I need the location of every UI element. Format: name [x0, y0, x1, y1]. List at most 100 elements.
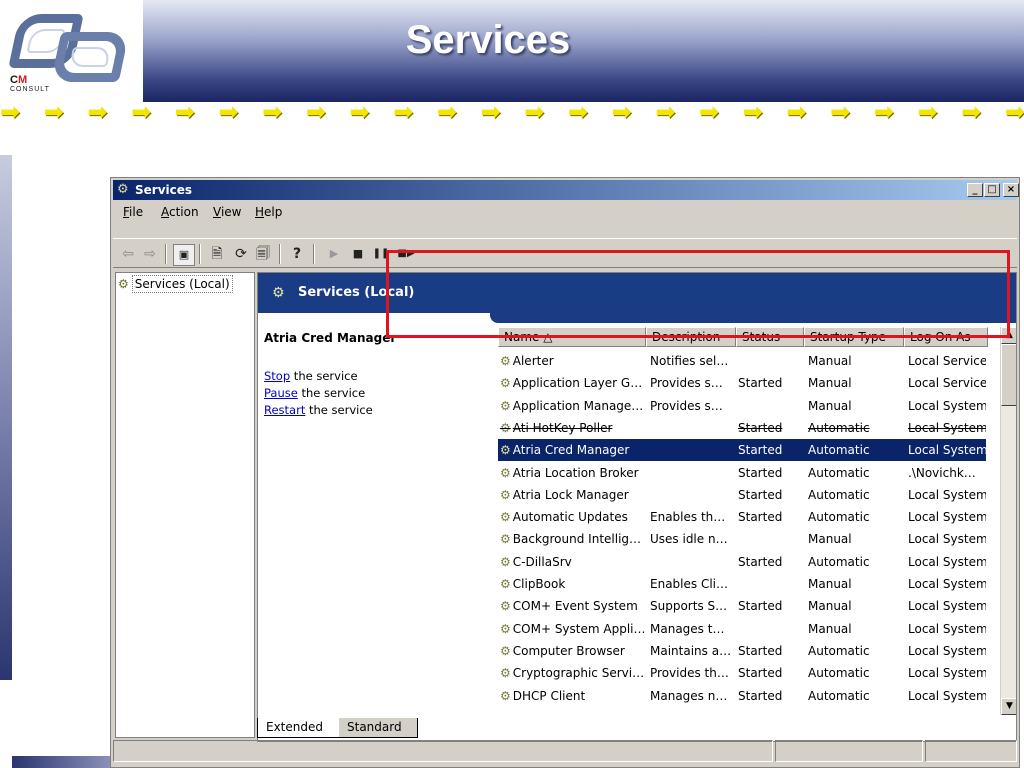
service-row[interactable]: ⚙ COM+ Event System Supports S… Started Manu… — [498, 595, 986, 617]
services-gear-icon: ⚙ — [118, 277, 129, 291]
service-row[interactable]: ⚙ Atria Lock Manager Started Automatic Local… — [498, 484, 986, 506]
bottom-decoration-strip — [12, 756, 110, 768]
back-arrow-icon[interactable]: ⇦ — [119, 244, 137, 264]
column-header-startup-type[interactable]: Startup Type — [804, 327, 904, 347]
service-log-on-as-cell: Local System — [908, 577, 986, 591]
service-status-cell: Started — [738, 420, 783, 435]
service-row[interactable]: ⚙ Atria Cred Manager Started Automatic Local… — [498, 439, 986, 462]
arrow-icon: ➡ — [174, 102, 195, 122]
service-description-cell: Notifies sel… — [650, 354, 729, 368]
properties-icon[interactable]: 🗎 — [207, 244, 227, 264]
arrow-icon: ➡ — [436, 102, 457, 122]
arrow-icon: ➡ — [43, 102, 64, 122]
forward-arrow-icon[interactable]: ⇨ — [141, 244, 159, 264]
service-row[interactable]: ⚙ Ati HotKey Poller Started Automatic Local … — [498, 417, 986, 439]
start-service-icon[interactable]: ▶ — [325, 244, 343, 264]
maximize-button[interactable]: □ — [984, 183, 1000, 197]
pane-banner: ⚙ Services (Local) — [258, 273, 1016, 313]
show-hide-tree-icon[interactable]: ▣ — [173, 244, 195, 266]
service-name-cell: ⚙ Computer Browser — [500, 643, 625, 658]
close-button[interactable]: × — [1003, 183, 1019, 197]
export-list-icon[interactable]: 🗐 — [253, 244, 273, 264]
tab-extended[interactable]: Extended — [257, 718, 347, 738]
arrow-icon: ➡ — [218, 102, 239, 122]
arrow-icon: ➡ — [131, 102, 152, 122]
service-log-on-as-cell: Local System — [908, 420, 986, 435]
service-gear-icon: ⚙ — [500, 354, 511, 368]
arrow-icon: ➡ — [917, 102, 938, 122]
service-description-cell: Manages n… — [650, 688, 728, 703]
service-name-cell: ⚙ C-DillaSrv — [500, 554, 572, 569]
tab-standard[interactable]: Standard — [339, 718, 418, 738]
service-log-on-as-cell: Local System — [908, 599, 986, 614]
service-name-cell: ⚙ Atria Cred Manager — [500, 443, 630, 458]
restart-link[interactable]: Restart — [264, 403, 305, 417]
service-row[interactable]: ⚙ Application Manage… Provides s… Manual Loc… — [498, 395, 986, 417]
service-row[interactable]: ⚙ Alerter Notifies sel… Manual Local Service — [498, 350, 986, 372]
column-header-name[interactable]: Name △ — [498, 327, 646, 347]
stop-link[interactable]: Stop — [264, 369, 290, 383]
arrow-icon: ➡ — [349, 102, 370, 122]
service-status-cell: Started — [738, 666, 783, 681]
service-row[interactable]: ⚙ Background Intellig… Uses idle n… Manual L… — [498, 528, 986, 550]
service-startup-type-cell: Automatic — [808, 688, 870, 703]
service-status-cell: Started — [738, 465, 783, 480]
pause-service-icon[interactable]: ❚❚ — [371, 244, 391, 264]
status-bar-main — [113, 740, 773, 762]
service-gear-icon: ⚙ — [500, 643, 511, 658]
tree-item-services-local[interactable]: ⚙ Services (Local) — [118, 275, 233, 293]
service-name-cell: ⚙ ClipBook — [500, 577, 566, 591]
column-header-status[interactable]: Status — [736, 327, 804, 347]
service-row[interactable]: ⚙ Cryptographic Servi… Provides th… Started… — [498, 662, 986, 684]
stop-service-icon[interactable]: ■ — [349, 244, 367, 264]
service-name-cell: ⚙ DHCP Client — [500, 688, 586, 703]
toolbar-divider — [199, 244, 201, 264]
status-bar-panel — [775, 740, 923, 762]
arrow-icon: ➡ — [830, 102, 851, 122]
service-name-cell: ⚙ Background Intellig… — [500, 532, 642, 547]
service-row[interactable]: ⚙ Application Layer G… Provides s… Started M… — [498, 372, 986, 394]
minimize-button[interactable]: _ — [967, 183, 983, 197]
service-log-on-as-cell: Local System — [908, 398, 986, 413]
service-row[interactable]: ⚙ COM+ System Appli… Manages t… Manual Local… — [498, 618, 986, 640]
service-row[interactable]: ⚙ Automatic Updates Enables th… Started Auto… — [498, 506, 986, 528]
logo-c-shape-right — [50, 32, 130, 82]
service-log-on-as-cell: .\Novichk… — [908, 465, 976, 480]
service-status-cell: Started — [738, 376, 783, 391]
pause-link[interactable]: Pause — [264, 386, 298, 400]
service-row[interactable]: ⚙ DHCP Client Manages n… Started Automatic Lo… — [498, 685, 986, 707]
service-description-cell: Maintains a… — [650, 643, 732, 658]
window-titlebar[interactable]: ⚙ Services _ □ × — [113, 180, 1019, 200]
scroll-thumb[interactable] — [1001, 344, 1016, 406]
scroll-down-arrow-icon[interactable]: ▼ — [1001, 698, 1016, 715]
service-row[interactable]: ⚙ C-DillaSrv Started Automatic Local System — [498, 551, 986, 573]
menu-help[interactable]: Help — [255, 205, 282, 219]
service-gear-icon: ⚙ — [500, 420, 511, 435]
service-row[interactable]: ⚙ Computer Browser Maintains a… Started Auto… — [498, 640, 986, 662]
service-startup-type-cell: Automatic — [808, 643, 870, 658]
service-log-on-as-cell: Local System — [908, 443, 986, 458]
service-startup-type-cell: Automatic — [808, 666, 870, 681]
service-row[interactable]: ⚙ ClipBook Enables Cli… Manual Local System — [498, 573, 986, 595]
list-vertical-scrollbar[interactable]: ▲ ▼ — [1000, 327, 1016, 715]
menu-action[interactable]: Action — [161, 205, 199, 219]
scroll-up-arrow-icon[interactable]: ▲ — [1001, 327, 1016, 344]
service-list-header: Name △ Description Status Startup Type L… — [498, 327, 988, 347]
service-status-cell: Started — [738, 510, 783, 525]
service-gear-icon: ⚙ — [500, 554, 511, 569]
refresh-icon[interactable]: ⟳ — [231, 244, 251, 264]
service-description-cell: Manages t… — [650, 621, 725, 636]
selected-service-name: Atria Cred Manager — [264, 331, 397, 345]
column-header-description[interactable]: Description — [646, 327, 736, 347]
service-row[interactable]: ⚙ Atria Location Broker Started Automatic .\… — [498, 462, 986, 484]
menu-view[interactable]: View — [213, 205, 241, 219]
service-startup-type-cell: Automatic — [808, 510, 870, 525]
restart-service-icon[interactable]: ■▶ — [395, 244, 417, 264]
menu-file[interactable]: File — [123, 205, 143, 219]
toolbar-divider — [279, 244, 281, 264]
help-icon[interactable]: ? — [287, 244, 307, 264]
service-startup-type-cell: Manual — [808, 354, 852, 368]
service-log-on-as-cell: Local Service — [908, 376, 986, 391]
column-header-log-on-as[interactable]: Log On As — [904, 327, 988, 347]
service-startup-type-cell: Manual — [808, 398, 852, 413]
